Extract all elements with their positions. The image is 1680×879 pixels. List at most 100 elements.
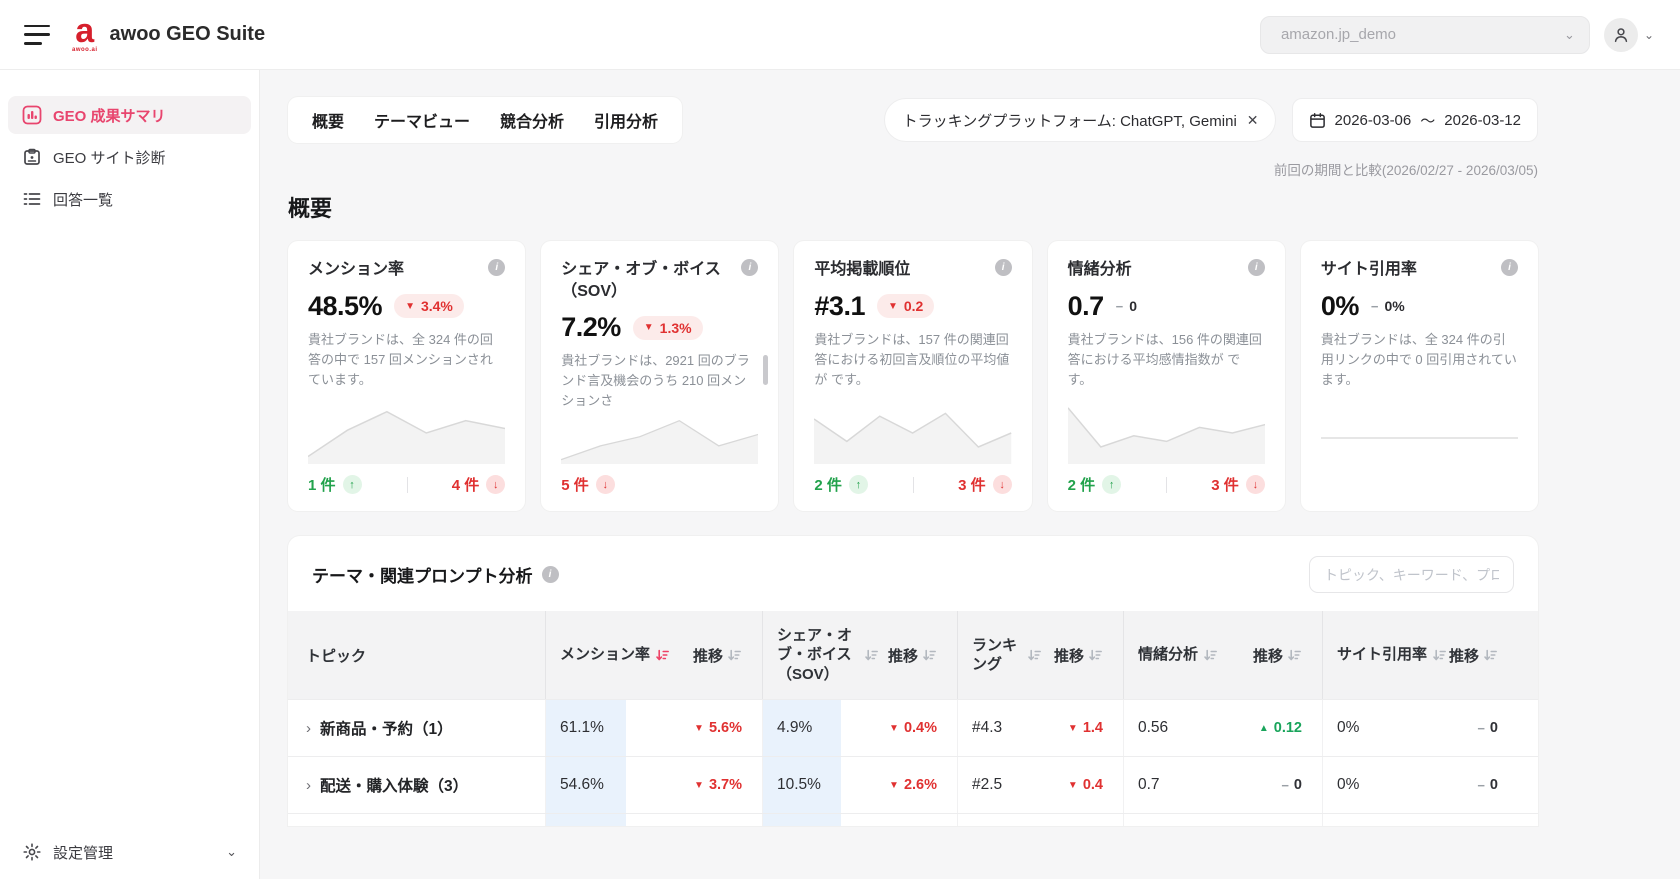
column-header-rank: ランキング [972, 636, 1022, 675]
info-icon[interactable]: i [488, 259, 505, 276]
info-icon[interactable]: i [1501, 259, 1518, 276]
topic-name: 配送・購入体験（3） [320, 774, 468, 796]
column-header-trend: 推移 [693, 645, 723, 666]
arrow-down-icon: ↓ [993, 475, 1012, 494]
user-menu[interactable]: ⌄ [1604, 18, 1654, 52]
kpi-description: 貴社ブランドは、156 件の関連回答における平均感情指数が です。 [1068, 330, 1265, 390]
triangle-down-icon: ▼ [889, 723, 899, 734]
sort-icon[interactable] [1287, 648, 1302, 663]
hamburger-menu-icon[interactable] [24, 25, 50, 45]
scrollbar-thumb[interactable] [763, 355, 768, 385]
minus-icon: − [1371, 299, 1379, 314]
delta-badge: −0% [1371, 294, 1405, 318]
logo-letter: a [75, 16, 94, 47]
divider [1166, 477, 1167, 493]
sov-trend-cell: ▼0.4% [889, 720, 957, 736]
app-header: a awoo.ai awoo GEO Suite amazon.jp_demo … [0, 0, 1680, 70]
tab-citation-analysis[interactable]: 引用分析 [594, 108, 658, 132]
info-icon[interactable]: i [741, 259, 758, 276]
person-icon [1612, 26, 1630, 44]
site-audit-icon [22, 147, 42, 167]
delta-value: 0.2 [904, 298, 923, 314]
info-icon[interactable]: i [542, 566, 559, 583]
sort-icon[interactable] [1483, 648, 1498, 663]
avatar[interactable] [1604, 18, 1638, 52]
column-header-trend: 推移 [1253, 645, 1283, 666]
kpi-value: 0.7 [1068, 291, 1104, 322]
column-header-sov: シェア・オブ・ボイス（SOV） [777, 626, 859, 685]
sort-icon[interactable] [1027, 648, 1042, 663]
info-icon[interactable]: i [995, 259, 1012, 276]
kpi-description: 貴社ブランドは、157 件の関連回答における初回言及順位の平均値が です。 [814, 330, 1011, 390]
table-row[interactable]: ›配送・購入体験（3） 54.6% ▼3.7% 10.5% ▼2.6% #2.5… [288, 756, 1538, 813]
table-search-input[interactable] [1309, 556, 1514, 593]
tab-theme-view[interactable]: テーマビュー [374, 108, 470, 132]
triangle-down-icon: ▼ [1068, 723, 1078, 734]
table-title: テーマ・関連プロンプト分析 [312, 562, 533, 587]
mention-rate-cell: 61.1% [546, 700, 626, 756]
info-icon[interactable]: i [1248, 259, 1265, 276]
triangle-down-icon: ▼ [644, 322, 654, 333]
tab-competitor-analysis[interactable]: 競合分析 [500, 108, 564, 132]
minus-icon: − [1281, 778, 1289, 793]
mention-trend-cell: ▼3.7% [694, 777, 762, 793]
sidebar-item-answer-list[interactable]: 回答一覧 [8, 180, 251, 218]
close-icon[interactable]: ✕ [1247, 112, 1259, 129]
table-row[interactable] [288, 813, 1538, 826]
column-group-sov: シェア・オブ・ボイス（SOV） 推移 [762, 611, 957, 699]
kpi-card-title: メンション率 [308, 259, 404, 281]
platform-filter-chip[interactable]: トラッキングプラットフォーム: ChatGPT, Gemini ✕ [884, 98, 1276, 142]
column-header-topic: トピック [288, 611, 545, 699]
calendar-icon [1309, 112, 1326, 129]
date-start: 2026-03-06 [1335, 112, 1412, 129]
sort-icon-active[interactable] [655, 648, 670, 663]
citation-cell: 0% [1323, 700, 1421, 756]
sort-icon[interactable] [1088, 648, 1103, 663]
kpi-card-sov: シェア・オブ・ボイス（SOV） i 7.2% ▼1.3% 貴社ブランドは、292… [541, 241, 778, 511]
date-range-picker[interactable]: 2026-03-06 ～ 2026-03-12 [1292, 98, 1538, 142]
citation-trend-cell: −0 [1477, 720, 1538, 736]
rank-cell: #2.5 [958, 757, 1031, 813]
sort-icon[interactable] [864, 648, 879, 663]
kpi-card-title: シェア・オブ・ボイス（SOV） [561, 259, 731, 302]
arrow-down-icon: ↓ [1246, 475, 1265, 494]
kpi-description: 貴社ブランドは、2921 回のブランド言及機会のうち 210 回メンションさ [561, 353, 750, 408]
sort-icon[interactable] [922, 648, 937, 663]
column-header-trend: 推移 [888, 645, 918, 666]
comparison-note: 前回の期間と比較(2026/02/27 - 2026/03/05) [288, 159, 1538, 179]
rank-trend-cell: ▼1.4 [1068, 720, 1123, 736]
citation-cell: 0% [1323, 757, 1421, 813]
chevron-down-icon: ⌄ [226, 844, 237, 860]
sidebar-item-label: 回答一覧 [53, 189, 113, 210]
minus-icon: − [1116, 299, 1124, 314]
kpi-description: 貴社ブランドは、全 324 件の引用リンクの中で 0 回引用されています。 [1321, 330, 1518, 390]
sort-icon[interactable] [727, 648, 742, 663]
main-content: 概要 テーマビュー 競合分析 引用分析 トラッキングプラットフォーム: Chat… [260, 70, 1680, 879]
workspace-select[interactable]: amazon.jp_demo ⌄ [1260, 16, 1590, 54]
column-group-citation: サイト引用率 推移 [1322, 611, 1538, 699]
delta-value: 0 [1129, 298, 1137, 314]
column-header-citation-rate: サイト引用率 [1337, 645, 1427, 665]
sidebar-item-settings[interactable]: 設定管理 ⌄ [0, 825, 259, 879]
sidebar-item-geo-site-audit[interactable]: GEO サイト診断 [8, 138, 251, 176]
table-header-row: トピック メンション率 推移 シェア・オブ・ボイス（SO [288, 611, 1538, 699]
expand-chevron-icon[interactable]: › [306, 720, 311, 737]
sort-icon[interactable] [1432, 648, 1447, 663]
kpi-card-citation-rate: サイト引用率 i 0% −0% 貴社ブランドは、全 324 件の引用リンクの中で… [1301, 241, 1538, 511]
app-title: awoo GEO Suite [110, 23, 266, 46]
date-end: 2026-03-12 [1444, 112, 1521, 129]
delta-value: 3.4% [421, 298, 453, 314]
down-count: 4 件 [452, 474, 480, 495]
kpi-value: 0% [1321, 291, 1359, 322]
sort-icon[interactable] [1203, 648, 1218, 663]
table-row[interactable]: ›新商品・予約（1） 61.1% ▼5.6% 4.9% ▼0.4% #4.3 ▼… [288, 699, 1538, 756]
workspace-select-value: amazon.jp_demo [1281, 26, 1396, 43]
sparkline-chart [308, 400, 505, 464]
tab-overview[interactable]: 概要 [312, 108, 344, 132]
citation-trend-cell: −0 [1477, 777, 1538, 793]
column-header-mention-rate: メンション率 [560, 645, 650, 665]
sidebar-item-geo-summary[interactable]: GEO 成果サマリ [8, 96, 251, 134]
sov-cell: 4.9% [763, 700, 841, 756]
expand-chevron-icon[interactable]: › [306, 777, 311, 794]
sentiment-trend-cell: ▲0.12 [1259, 720, 1322, 736]
